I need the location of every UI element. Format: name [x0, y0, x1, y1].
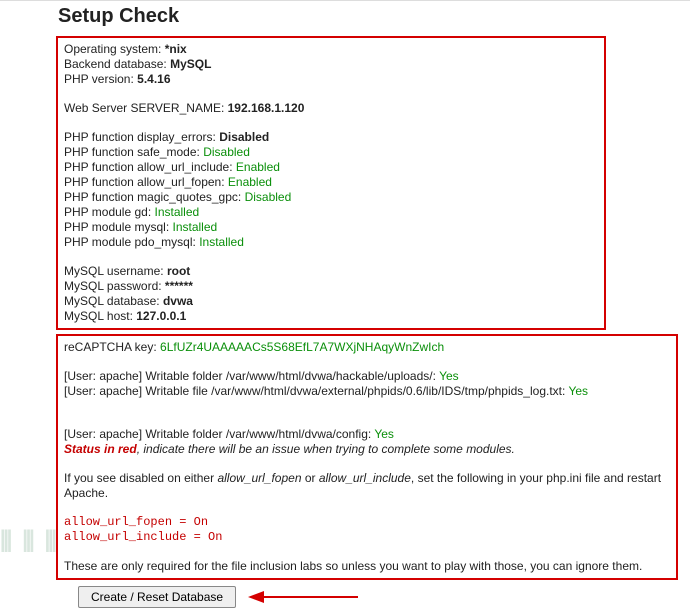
create-reset-database-button[interactable]: Create / Reset Database [78, 586, 236, 608]
ws-label: Web Server SERVER_NAME: [64, 101, 228, 115]
writable-uploads-value: Yes [439, 369, 459, 383]
note-emph1: allow_url_fopen [217, 471, 301, 485]
writable-log-label: [User: apache] Writable file /var/www/ht… [64, 384, 568, 398]
status-red-text: Status in red [64, 442, 137, 456]
mysql-user-value: root [167, 264, 190, 278]
ws-value: 192.168.1.120 [228, 101, 305, 115]
php-value: 5.4.16 [137, 72, 170, 86]
display-errors-label: PHP function display_errors: [64, 130, 219, 144]
mysql-user-label: MySQL username: [64, 264, 167, 278]
writable-uploads-label: [User: apache] Writable folder /var/www/… [64, 369, 439, 383]
arrow-icon [248, 588, 358, 606]
gd-value: Installed [155, 205, 200, 219]
mysql-db-label: MySQL database: [64, 294, 163, 308]
mysql-host-label: MySQL host: [64, 309, 136, 323]
mysql-host-value: 127.0.0.1 [136, 309, 186, 323]
mysql-module-label: PHP module mysql: [64, 220, 173, 234]
conf-line-1: allow_url_fopen = On [64, 515, 670, 530]
writable-config-label: [User: apache] Writable folder /var/www/… [64, 427, 374, 441]
recaptcha-label: reCAPTCHA key: [64, 340, 160, 354]
magic-quotes-value: Disabled [245, 190, 292, 204]
writable-config-value: Yes [374, 427, 394, 441]
allow-url-include-value: Enabled [236, 160, 280, 174]
gd-label: PHP module gd: [64, 205, 155, 219]
footer-note: These are only required for the file inc… [64, 559, 670, 574]
note-pre: If you see disabled on either [64, 471, 217, 485]
recaptcha-value: 6LfUZr4UAAAAACs5S68EfL7A7WXjNHAqyWnZwIch [160, 340, 444, 354]
status-rest-text: , indicate there will be an issue when t… [137, 442, 515, 456]
system-info-box: Operating system: *nix Backend database:… [56, 36, 606, 330]
page-title: Setup Check [58, 5, 690, 28]
mysql-pass-value: ****** [165, 279, 193, 293]
note-emph2: allow_url_include [319, 471, 411, 485]
conf-line-2: allow_url_include = On [64, 530, 670, 545]
os-value: *nix [165, 42, 187, 56]
pdo-mysql-label: PHP module pdo_mysql: [64, 235, 199, 249]
db-value: MySQL [170, 57, 211, 71]
allow-url-fopen-value: Enabled [228, 175, 272, 189]
note-mid: or [302, 471, 319, 485]
mysql-module-value: Installed [173, 220, 218, 234]
allow-url-fopen-label: PHP function allow_url_fopen: [64, 175, 228, 189]
os-label: Operating system: [64, 42, 165, 56]
safe-mode-label: PHP function safe_mode: [64, 145, 203, 159]
display-errors-value: Disabled [219, 130, 269, 144]
allow-url-include-label: PHP function allow_url_include: [64, 160, 236, 174]
db-label: Backend database: [64, 57, 170, 71]
pdo-mysql-value: Installed [199, 235, 244, 249]
magic-quotes-label: PHP function magic_quotes_gpc: [64, 190, 245, 204]
writable-log-value: Yes [568, 384, 588, 398]
safe-mode-value: Disabled [203, 145, 250, 159]
mysql-db-value: dvwa [163, 294, 193, 308]
status-box: reCAPTCHA key: 6LfUZr4UAAAAACs5S68EfL7A7… [56, 334, 678, 580]
php-label: PHP version: [64, 72, 137, 86]
mysql-pass-label: MySQL password: [64, 279, 165, 293]
